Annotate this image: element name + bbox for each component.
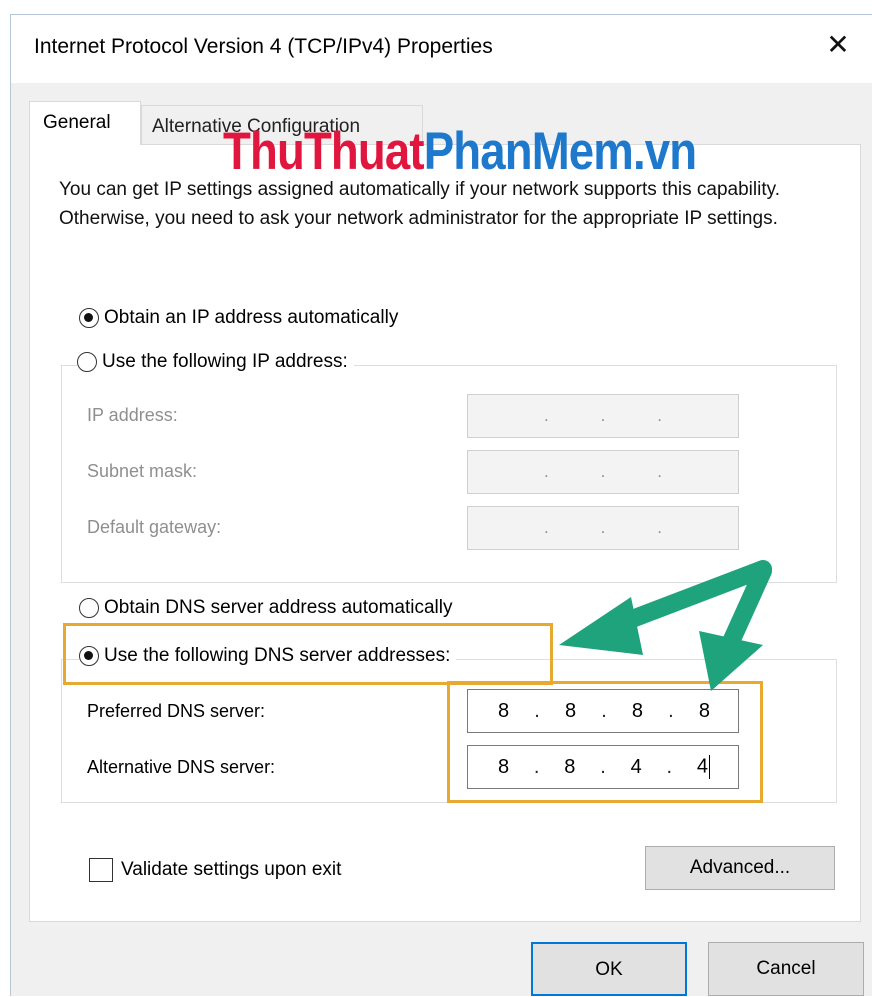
subnet-mask-field[interactable]: ... (467, 450, 739, 494)
radio-button-selected[interactable] (79, 308, 99, 328)
tab-general[interactable]: General (29, 101, 141, 145)
radio-button-unselected[interactable] (77, 352, 97, 372)
octet: 8 (631, 699, 643, 722)
window-title: Internet Protocol Version 4 (TCP/IPv4) P… (34, 35, 493, 58)
advanced-button[interactable]: Advanced... (645, 846, 835, 890)
ip-address-field[interactable]: ... (467, 394, 739, 438)
default-gateway-label: Default gateway: (87, 517, 222, 537)
radio-use-following-ip[interactable]: Use the following IP address: (77, 351, 354, 373)
alternative-dns-field[interactable]: 8. 8. 4. 4 (467, 745, 739, 789)
radio-label: Use the following IP address: (102, 351, 348, 372)
checkbox-label: Validate settings upon exit (121, 859, 342, 880)
cancel-button[interactable]: Cancel (708, 942, 864, 996)
default-gateway-field[interactable]: ... (467, 506, 739, 550)
title-bar: Internet Protocol Version 4 (TCP/IPv4) P… (11, 15, 872, 83)
ok-button[interactable]: OK (531, 942, 687, 996)
radio-label: Use the following DNS server addresses: (104, 645, 451, 666)
watermark-part-2: PhanMem.vn (423, 122, 697, 181)
close-icon[interactable]: ✕ (818, 25, 858, 65)
checkbox-box[interactable] (89, 858, 113, 882)
radio-label: Obtain DNS server address automatically (104, 597, 453, 618)
preferred-dns-label: Preferred DNS server: (87, 701, 266, 721)
octet: 8 (498, 699, 510, 722)
subnet-mask-label: Subnet mask: (87, 461, 198, 481)
radio-obtain-ip-auto[interactable]: Obtain an IP address automatically (79, 307, 398, 329)
validate-settings-checkbox[interactable]: Validate settings upon exit (89, 858, 341, 882)
preferred-dns-field[interactable]: 8. 8. 8. 8 (467, 689, 739, 733)
octet: 8 (564, 755, 576, 778)
radio-button-selected[interactable] (79, 646, 99, 666)
radio-use-following-dns[interactable]: Use the following DNS server addresses: (79, 645, 457, 667)
watermark-part-1: ThuThuat (223, 122, 425, 181)
octet: 4 (696, 755, 708, 778)
tcp-ipv4-properties-dialog: Internet Protocol Version 4 (TCP/IPv4) P… (10, 14, 872, 996)
ip-address-label: IP address: (87, 405, 178, 425)
alternative-dns-label: Alternative DNS server: (87, 757, 276, 777)
octet: 4 (630, 755, 642, 778)
octet: 8 (564, 699, 577, 722)
radio-label: Obtain an IP address automatically (104, 307, 399, 328)
radio-obtain-dns-auto[interactable]: Obtain DNS server address automatically (79, 597, 452, 619)
description-text: You can get IP settings assigned automat… (59, 179, 780, 229)
watermark-logo: ThuThuatPhanMem.vn (223, 121, 697, 182)
radio-button-unselected[interactable] (79, 598, 99, 618)
octet: 8 (498, 755, 510, 778)
text-caret (708, 755, 710, 779)
octet: 8 (698, 699, 710, 722)
